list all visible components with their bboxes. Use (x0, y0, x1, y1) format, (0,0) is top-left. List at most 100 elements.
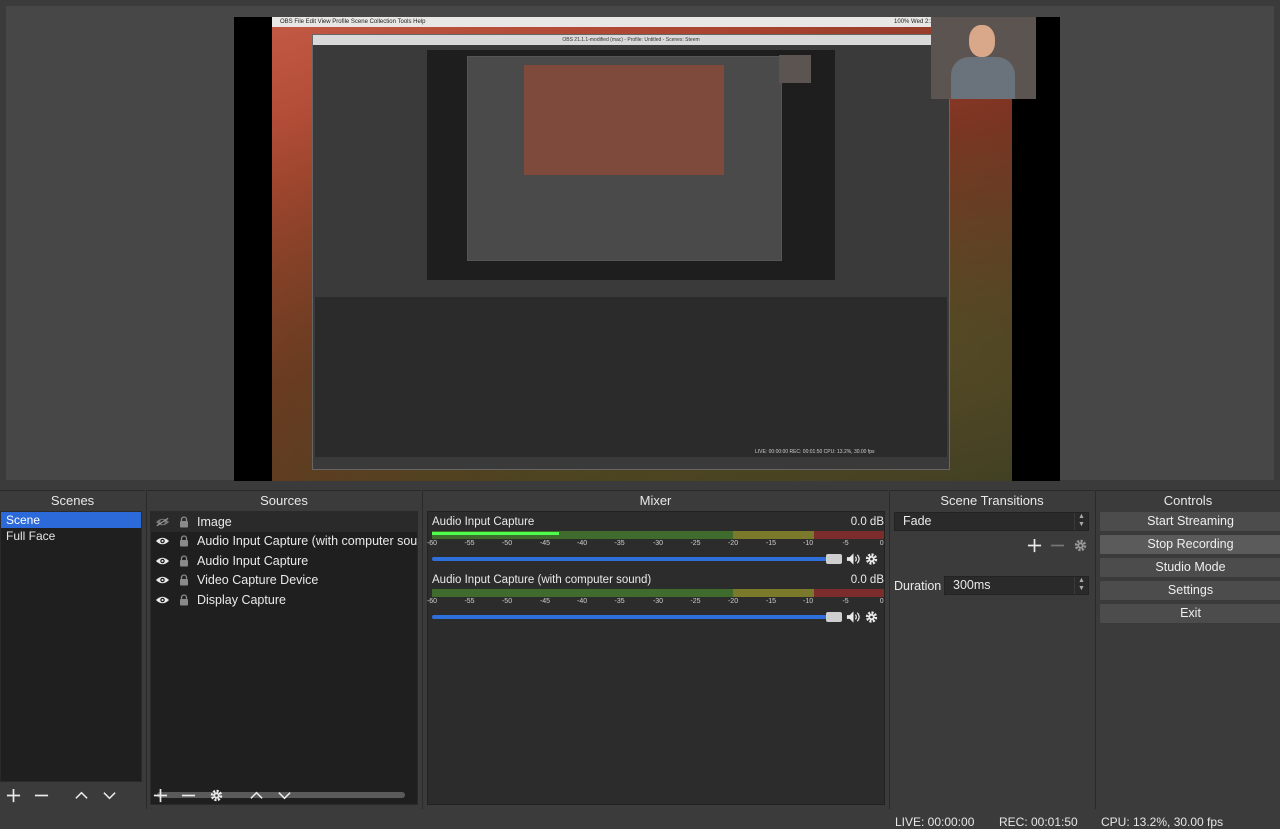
mixer-channel: Audio Input Capture (with computer sound… (427, 572, 884, 624)
duration-label: Duration (894, 579, 942, 593)
source-item-label: Video Capture Device (197, 573, 319, 588)
scenes-toolbar (0, 784, 118, 806)
preview-inner-status: LIVE: 00:00:00 REC: 00:01:50 CPU: 13.2%,… (755, 449, 875, 455)
speaker-icon[interactable] (846, 552, 861, 566)
preview-docks: LIVE: 00:00:00 REC: 00:01:50 CPU: 13.2%,… (315, 297, 947, 457)
exit-button[interactable]: Exit (1099, 603, 1280, 624)
meter-tick-label: -35 (614, 598, 625, 605)
source-item-label: Audio Input Capture (with computer sound… (197, 534, 418, 549)
remove-transition-button[interactable] (1048, 536, 1066, 554)
move-scene-up-button[interactable] (72, 786, 90, 804)
gear-icon[interactable] (864, 552, 879, 566)
duration-value: 300ms (953, 578, 991, 592)
source-item[interactable]: Display Capture (151, 590, 417, 610)
lock-icon[interactable] (176, 554, 191, 568)
duration-spinbox[interactable]: 300ms ▲ ▼ (944, 576, 1089, 595)
source-item[interactable]: Audio Input Capture (151, 551, 417, 571)
duration-stepper-icon[interactable]: ▲ ▼ (1074, 577, 1088, 594)
meter-tick-label: -5 (842, 540, 849, 547)
add-scene-button[interactable] (4, 786, 22, 804)
preview-mac-menubar: OBS File Edit View Profile Scene Collect… (272, 17, 1012, 27)
scenes-dock: Scenes Scene Full Face (0, 490, 145, 809)
start-streaming-button[interactable]: Start Streaming (1099, 511, 1280, 532)
mixer-dock: Mixer Audio Input Capture 0.0 dB -60 -55 -50… (422, 490, 888, 809)
preview-menubar-left: OBS File Edit View Profile Scene Collect… (280, 19, 426, 25)
controls-dock-title: Controls (1096, 490, 1280, 509)
move-scene-down-button[interactable] (100, 786, 118, 804)
gear-icon[interactable] (864, 610, 879, 624)
eye-icon[interactable] (155, 573, 170, 587)
webcam-overlay (931, 17, 1036, 99)
lock-icon[interactable] (176, 534, 191, 548)
remove-source-button[interactable] (179, 786, 197, 804)
meter-tick-label: -10 (803, 540, 814, 547)
cpu-status: CPU: 13.2%, 30.00 fps (1101, 815, 1224, 829)
transition-select[interactable]: Fade ▲ ▼ (894, 512, 1089, 531)
speaker-icon[interactable] (846, 610, 861, 624)
eye-icon[interactable] (155, 534, 170, 548)
meter-tick-label: -5 (842, 598, 849, 605)
eye-hidden-icon[interactable] (155, 515, 170, 529)
meter-tick-label: -20 (727, 598, 739, 605)
move-source-down-button[interactable] (275, 786, 293, 804)
meter-tick-label: -10 (803, 598, 814, 605)
volume-fader[interactable] (432, 557, 837, 561)
volume-fader-handle[interactable] (826, 612, 842, 622)
source-item[interactable]: Image (151, 512, 417, 532)
volume-fader-handle[interactable] (826, 554, 842, 564)
volume-fader[interactable] (432, 615, 837, 619)
preview-area: OBS File Edit View Profile Scene Collect… (6, 6, 1274, 481)
lock-icon[interactable] (176, 593, 191, 607)
transition-select-value: Fade (903, 514, 932, 528)
transition-properties-gear-icon[interactable] (1071, 536, 1089, 554)
scene-item[interactable]: Scene (1, 512, 141, 528)
meter-tick-label: -55 (464, 540, 475, 547)
scene-transitions-dock: Scene Transitions Fade ▲ ▼ Duration 300ms… (889, 490, 1094, 809)
source-item[interactable]: Audio Input Capture (with computer sound… (151, 532, 417, 552)
settings-button[interactable]: Settings (1099, 580, 1280, 601)
webcam-person-head (969, 25, 995, 57)
meter-tick-label: -60 (426, 598, 438, 605)
meter-tick-label: -15 (765, 540, 777, 547)
source-item-label: Image (197, 514, 232, 529)
meter-tick-label: -30 (652, 598, 664, 605)
eye-icon[interactable] (155, 593, 170, 607)
mixer-channel: Audio Input Capture 0.0 dB -60 -55 -50 -45 -40… (427, 514, 884, 566)
lock-icon[interactable] (176, 573, 191, 587)
meter-tick-label: -20 (727, 540, 739, 547)
meter-tick-label: -40 (577, 540, 588, 547)
sources-list[interactable]: Image Audio Input Capture (with computer … (150, 511, 418, 805)
meter-tick-label: 0 (879, 540, 884, 547)
source-properties-gear-icon[interactable] (207, 786, 225, 804)
mixer-panel: Audio Input Capture 0.0 dB -60 -55 -50 -45 -40… (427, 511, 885, 805)
eye-icon[interactable] (155, 554, 170, 568)
add-source-button[interactable] (151, 786, 169, 804)
preview-window-title: OBS 21.1.1-modified (mac) - Profile: Unt… (313, 35, 949, 45)
source-item-label: Display Capture (197, 592, 286, 607)
status-bar: LIVE: 00:00:00 REC: 00:01:50 CPU: 13.2%,… (0, 813, 1280, 829)
sources-dock: Sources Image Audio Input Capture (with c… (146, 490, 421, 809)
meter-tick-label: -25 (690, 540, 701, 547)
preview-obs-window: OBS 21.1.1-modified (mac) - Profile: Unt… (312, 34, 950, 470)
preview-webcam-thumb (779, 55, 811, 83)
scene-item[interactable]: Full Face (1, 528, 141, 544)
scene-transitions-dock-title: Scene Transitions (890, 490, 1094, 509)
meter-tick-label: -15 (765, 598, 777, 605)
source-item[interactable]: Video Capture Device (151, 571, 417, 591)
lock-icon[interactable] (176, 515, 191, 529)
mixer-channel-name: Audio Input Capture (432, 516, 535, 528)
studio-mode-button[interactable]: Studio Mode (1099, 557, 1280, 578)
stop-recording-button[interactable]: Stop Recording (1099, 534, 1280, 555)
preview-recursive-capture-2 (467, 56, 782, 261)
preview-canvas[interactable]: OBS File Edit View Profile Scene Collect… (234, 17, 1060, 481)
add-transition-button[interactable] (1025, 536, 1043, 554)
meter-tick-label: -55 (464, 598, 475, 605)
meter-tick-label: -60 (426, 540, 438, 547)
remove-scene-button[interactable] (32, 786, 50, 804)
move-source-up-button[interactable] (247, 786, 265, 804)
volume-meter (432, 531, 884, 539)
volume-meter-level (432, 532, 559, 535)
scenes-list[interactable]: Scene Full Face (0, 511, 142, 782)
meter-scale: -60 -55 -50 -45 -40 -35 -30 -25 -20 -15 -10 -5 0 (427, 539, 884, 551)
mixer-dock-title: Mixer (423, 490, 888, 509)
